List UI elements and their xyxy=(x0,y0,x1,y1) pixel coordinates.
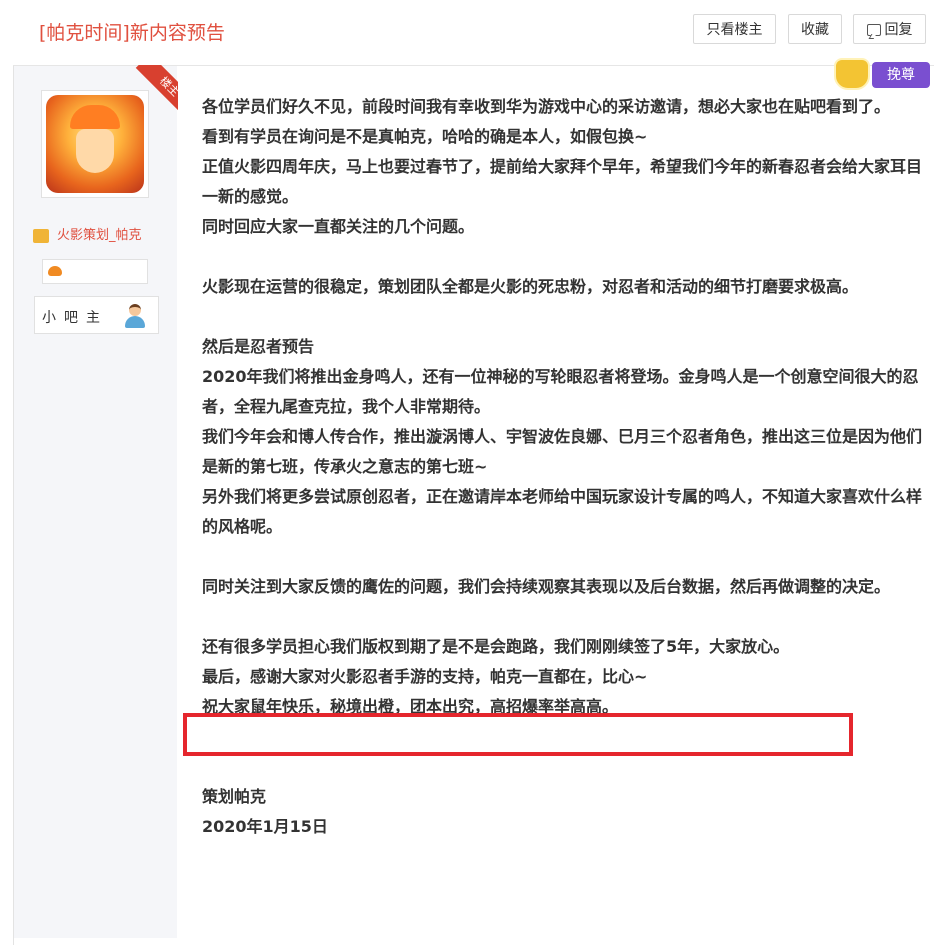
only-op-button[interactable]: 只看楼主 xyxy=(693,14,776,44)
content-line: 同时关注到大家反馈的鹰佐的问题，我们会持续观察其表现以及后台数据，然后再做调整的… xyxy=(202,577,891,596)
forum-badge[interactable] xyxy=(42,259,148,284)
content-line: 看到有学员在询问是不是真帕克，哈哈的确是本人，如假包换~ xyxy=(202,127,648,146)
highlighted-line: 还有很多学员担心我们版权到期了是不是会跑路，我们刚刚续签了5年，大家放心。 xyxy=(202,637,790,656)
person-icon xyxy=(124,304,146,328)
reply-label: 回复 xyxy=(884,22,913,38)
reply-button[interactable]: 回复 xyxy=(853,14,926,44)
forum-badge-icon xyxy=(48,266,62,276)
support-label: 挽尊 xyxy=(872,62,930,88)
content-line: 火影现在运营的很稳定，策划团队全都是火影的死忠粉，对忍者和活动的细节打磨要求极高… xyxy=(202,277,859,296)
content-line: 另外我们将更多尝试原创忍者，正在邀请岸本老师给中国玩家设计专属的鸣人，不知道大家… xyxy=(202,487,923,536)
op-ribbon-label: 楼主 xyxy=(135,65,178,121)
signature-date: 2020年1月15日 xyxy=(202,817,328,836)
favorite-label: 收藏 xyxy=(801,22,829,38)
crown-icon xyxy=(834,58,870,90)
role-label: 小吧主 xyxy=(42,310,108,326)
crown-icon xyxy=(33,228,49,243)
content-line: 2020年我们将推出金身鸣人，还有一位神秘的写轮眼忍者将登场。金身鸣人是一个创意… xyxy=(202,367,919,416)
author-sidebar: 楼主 火影策划_帕克 小吧主 xyxy=(14,65,178,938)
content-line: 我们今年会和博人传合作，推出漩涡博人、宇智波佐良娜、巳月三个忍者角色，推出这三位… xyxy=(202,427,923,476)
author-name-link[interactable]: 火影策划_帕克 xyxy=(33,224,142,243)
page-title[interactable]: [帕克时间]新内容预告 xyxy=(39,18,225,45)
op-ribbon: 楼主 xyxy=(122,65,178,121)
post-container: 楼主 火影策划_帕克 小吧主 挽尊 各位学员们好久不见，前段时间我有幸收到华为游… xyxy=(13,58,934,945)
support-badge[interactable]: 挽尊 xyxy=(834,58,939,94)
favorite-button[interactable]: 收藏 xyxy=(788,14,842,44)
content-line: 同时回应大家一直都关注的几个问题。 xyxy=(202,217,475,236)
red-highlight-box xyxy=(183,713,853,756)
author-name: 火影策划_帕克 xyxy=(57,228,142,243)
content-line: 然后是忍者预告 xyxy=(202,337,315,356)
role-badge: 小吧主 xyxy=(34,296,159,334)
content-line: 最后，感谢大家对火影忍者手游的支持，帕克一直都在，比心~ xyxy=(202,667,648,686)
signature-name: 策划帕克 xyxy=(202,787,267,806)
reply-icon xyxy=(866,24,881,36)
content-line: 各位学员们好久不见，前段时间我有幸收到华为游戏中心的采访邀请，想必大家也在贴吧看… xyxy=(202,97,891,116)
content-line: 正值火影四周年庆，马上也要过春节了，提前给大家拜个早年，希望我们今年的新春忍者会… xyxy=(202,157,923,206)
only-op-label: 只看楼主 xyxy=(706,22,763,38)
